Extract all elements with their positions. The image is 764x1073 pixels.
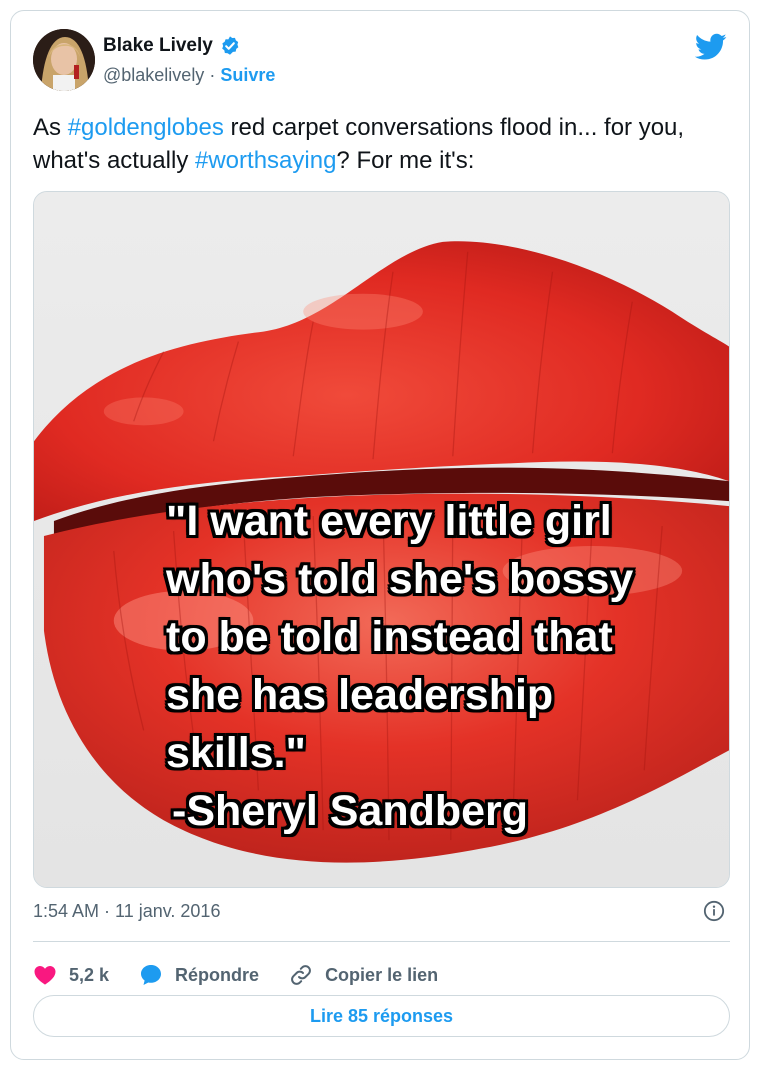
- avatar-image: [33, 29, 95, 91]
- copy-link-button[interactable]: Copier le lien: [289, 963, 438, 987]
- handle-separator: ·: [204, 65, 221, 85]
- quote-author: -Sheryl Sandberg: [172, 787, 529, 835]
- copy-link-label: Copier le lien: [325, 964, 439, 985]
- divider: [33, 941, 730, 942]
- like-count: 5,2 k: [69, 964, 110, 985]
- verified-badge-icon: [222, 36, 239, 55]
- tweet-text-part: ? For me it's:: [336, 147, 475, 174]
- image-quote-text: "I want every little girl who's told she…: [166, 492, 726, 840]
- tweet-text: As #goldenglobes red carpet conversation…: [33, 111, 723, 177]
- tweet-card: Blake Lively @blakelively · Suivre As #g…: [10, 10, 750, 1060]
- like-button[interactable]: 5,2 k: [33, 963, 109, 987]
- reply-label: Répondre: [175, 964, 260, 985]
- info-icon[interactable]: [703, 900, 725, 922]
- author-handle-row: @blakelively · Suivre: [103, 65, 275, 86]
- avatar[interactable]: [33, 29, 95, 91]
- heart-icon: [34, 966, 56, 985]
- hashtag-goldenglobes[interactable]: #goldenglobes: [68, 114, 224, 141]
- quote-body: "I want every little girl who's told she…: [166, 497, 634, 777]
- tweet-actions: 5,2 k Répondre Copier le lien: [33, 955, 468, 995]
- link-icon: [291, 965, 311, 985]
- hashtag-worthsaying[interactable]: #worthsaying: [195, 147, 336, 174]
- read-replies-button[interactable]: Lire 85 réponses: [33, 995, 730, 1037]
- author-handle[interactable]: @blakelively: [103, 65, 204, 85]
- follow-link[interactable]: Suivre: [220, 65, 275, 85]
- author-display-name[interactable]: Blake Lively: [103, 35, 213, 57]
- author-name-row: Blake Lively: [103, 35, 241, 57]
- tweet-media-image[interactable]: "I want every little girl who's told she…: [33, 191, 730, 888]
- twitter-bird-icon[interactable]: [695, 33, 727, 61]
- tweet-timestamp[interactable]: 1:54 AM · 11 janv. 2016: [33, 901, 220, 922]
- reply-bubble-icon: [141, 965, 162, 985]
- reply-button[interactable]: Répondre: [139, 963, 259, 987]
- tweet-text-part: As: [33, 114, 68, 141]
- read-replies-label: Lire 85 réponses: [309, 1005, 454, 1026]
